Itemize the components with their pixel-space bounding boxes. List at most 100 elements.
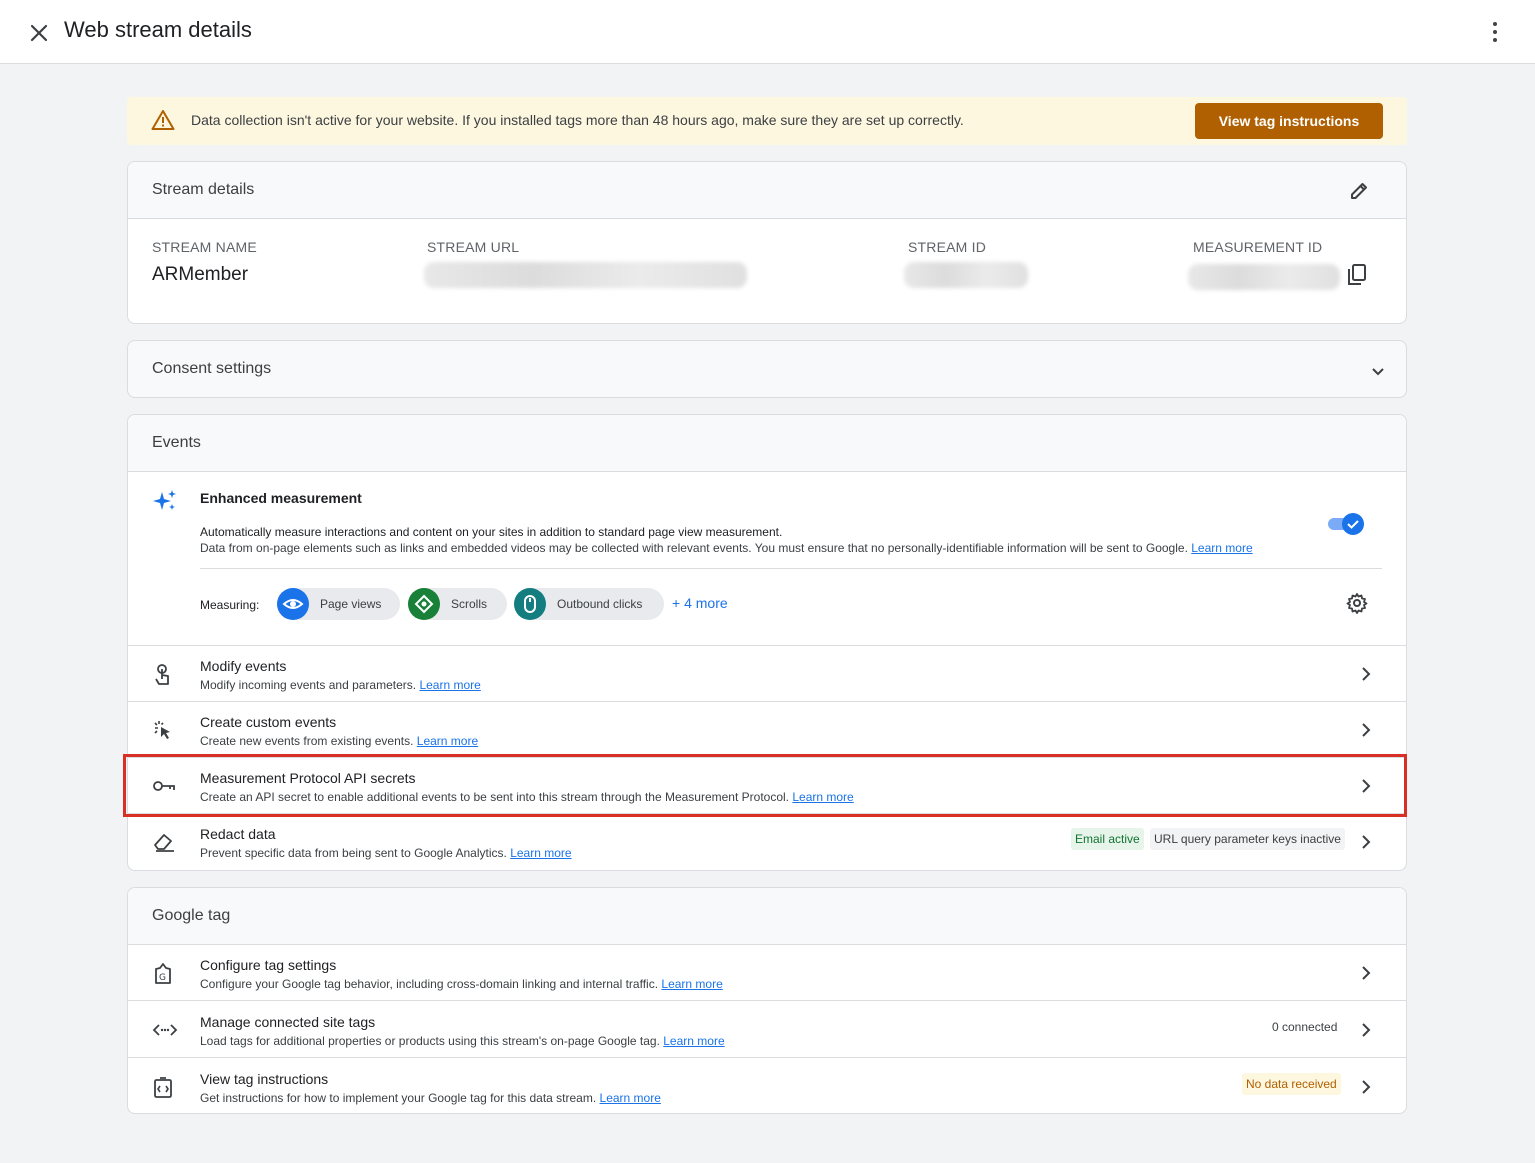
learn-more-link[interactable]: Learn more: [600, 1091, 661, 1105]
row-title: Modify events: [200, 658, 287, 674]
learn-more-link[interactable]: Learn more: [792, 790, 853, 804]
enhanced-measurement-note-text: Data from on-page elements such as links…: [200, 541, 1188, 555]
measurement-id-redacted: [1188, 264, 1340, 290]
row-manage-connected-site-tags[interactable]: Manage connected site tags Load tags for…: [128, 1002, 1406, 1058]
chip-label: Outbound clicks: [557, 597, 643, 611]
row-redact-data[interactable]: Redact data Prevent specific data from b…: [128, 814, 1406, 870]
stream-id-redacted: [904, 262, 1028, 288]
close-icon[interactable]: [26, 20, 52, 46]
row-title: Create custom events: [200, 714, 337, 730]
chevron-right-icon[interactable]: [1356, 832, 1376, 857]
google-tag-header: Google tag: [152, 907, 231, 924]
top-bar: Web stream details: [0, 0, 1535, 64]
row-desc: Load tags for additional properties or p…: [200, 1034, 725, 1048]
chip-outbound-clicks[interactable]: Outbound clicks: [514, 588, 664, 620]
learn-more-link[interactable]: Learn more: [417, 734, 478, 748]
row-desc: Prevent specific data from being sent to…: [200, 846, 572, 860]
svg-text:G: G: [159, 973, 166, 983]
mouse-icon: [514, 588, 546, 620]
row-modify-events[interactable]: Modify events Modify incoming events and…: [128, 646, 1406, 702]
stream-url-redacted: [424, 262, 747, 288]
enhanced-measurement-toggle[interactable]: [1326, 513, 1364, 535]
enhanced-measurement-note: Data from on-page elements such as links…: [200, 541, 1253, 555]
row-desc: Modify incoming events and parameters. L…: [200, 678, 481, 692]
warning-icon: [151, 109, 175, 136]
chevron-right-icon[interactable]: [1356, 720, 1376, 745]
chevron-right-icon[interactable]: [1356, 664, 1376, 689]
enhanced-measurement-title: Enhanced measurement: [200, 490, 362, 506]
row-desc: Create an API secret to enable additiona…: [200, 790, 854, 804]
page-title: Web stream details: [64, 17, 252, 42]
stream-name-value: ARMember: [152, 264, 249, 285]
learn-more-link[interactable]: Learn more: [510, 846, 571, 860]
banner-message: Data collection isn't active for your we…: [191, 112, 964, 128]
chevron-right-icon[interactable]: [1356, 776, 1376, 801]
touch-icon: [152, 663, 174, 692]
learn-more-link[interactable]: Learn more: [1191, 541, 1252, 555]
sparkle-icon: [152, 488, 178, 519]
measurement-id-label: MEASUREMENT ID: [1193, 239, 1323, 255]
row-title: Configure tag settings: [200, 957, 337, 973]
google-tag-card: Google tag G Configure tag settings Conf…: [127, 887, 1407, 1114]
eye-icon: [277, 588, 309, 620]
more-measurements-link[interactable]: + 4 more: [672, 595, 728, 611]
chip-scrolls[interactable]: Scrolls: [408, 588, 507, 620]
stream-name-label: STREAM NAME: [152, 239, 257, 255]
status-badge-connected: 0 connected: [1272, 1020, 1338, 1034]
chip-label: Page views: [320, 597, 382, 611]
row-title: View tag instructions: [200, 1071, 329, 1087]
chip-page-views[interactable]: Page views: [277, 588, 400, 620]
view-tag-instructions-button[interactable]: View tag instructions: [1195, 103, 1383, 139]
google-tag-icon: G: [152, 962, 174, 991]
row-desc-text: Create new events from existing events.: [200, 734, 414, 748]
chevron-down-icon[interactable]: [1370, 363, 1386, 384]
code-doc-icon: [152, 1076, 174, 1105]
warning-banner: Data collection isn't active for your we…: [127, 97, 1407, 145]
row-desc-text: Create an API secret to enable additiona…: [200, 790, 790, 804]
stream-url-label: STREAM URL: [427, 239, 520, 255]
stream-details-header: Stream details: [152, 181, 255, 198]
edit-icon[interactable]: [1348, 180, 1370, 207]
enhanced-measurement-desc: Automatically measure interactions and c…: [200, 525, 783, 539]
row-desc-text: Configure your Google tag behavior, incl…: [200, 977, 659, 991]
stream-url-field: STREAM URL: [427, 239, 519, 255]
eraser-icon: [152, 831, 176, 858]
copy-icon[interactable]: [1346, 263, 1368, 292]
row-desc: Create new events from existing events. …: [200, 734, 478, 748]
consent-settings-header: Consent settings: [152, 360, 272, 377]
row-desc: Get instructions for how to implement yo…: [200, 1091, 661, 1105]
events-header: Events: [152, 434, 201, 451]
learn-more-link[interactable]: Learn more: [661, 977, 722, 991]
consent-settings-card[interactable]: Consent settings: [127, 340, 1407, 398]
events-card: Events Enhanced measurement Automaticall…: [127, 414, 1407, 871]
scroll-icon: [408, 588, 440, 620]
enhanced-measurement-section: Enhanced measurement Automatically measu…: [128, 472, 1406, 646]
chevron-right-icon[interactable]: [1356, 1077, 1376, 1102]
row-title: Manage connected site tags: [200, 1014, 376, 1030]
measuring-label: Measuring:: [200, 598, 260, 612]
more-options-icon[interactable]: [1484, 18, 1506, 46]
key-icon: [152, 775, 176, 802]
row-title: Measurement Protocol API secrets: [200, 770, 416, 786]
row-configure-tag-settings[interactable]: G Configure tag settings Configure your …: [128, 945, 1406, 1001]
stream-name-field: STREAM NAME ARMember: [152, 239, 257, 286]
stream-id-field: STREAM ID: [908, 239, 986, 255]
row-create-custom-events[interactable]: Create custom events Create new events f…: [128, 702, 1406, 758]
row-title: Redact data: [200, 826, 276, 842]
learn-more-link[interactable]: Learn more: [663, 1034, 724, 1048]
chip-label: Scrolls: [451, 597, 488, 611]
chevron-right-icon[interactable]: [1356, 963, 1376, 988]
row-desc-text: Prevent specific data from being sent to…: [200, 846, 507, 860]
learn-more-link[interactable]: Learn more: [419, 678, 480, 692]
row-desc-text: Get instructions for how to implement yo…: [200, 1091, 597, 1105]
row-measurement-protocol-api-secrets[interactable]: Measurement Protocol API secrets Create …: [128, 758, 1406, 814]
row-desc-text: Modify incoming events and parameters.: [200, 678, 417, 692]
row-view-tag-instructions[interactable]: View tag instructions Get instructions f…: [128, 1059, 1406, 1113]
status-badge-url-query: URL query parameter keys inactive: [1150, 828, 1345, 850]
status-badge-no-data: No data received: [1242, 1073, 1341, 1095]
gear-icon[interactable]: [1346, 592, 1368, 619]
row-desc-text: Load tags for additional properties or p…: [200, 1034, 660, 1048]
chevron-right-icon[interactable]: [1356, 1020, 1376, 1045]
status-badge-email: Email active: [1071, 828, 1144, 850]
stream-details-card: Stream details STREAM NAME ARMember STRE…: [127, 161, 1407, 324]
